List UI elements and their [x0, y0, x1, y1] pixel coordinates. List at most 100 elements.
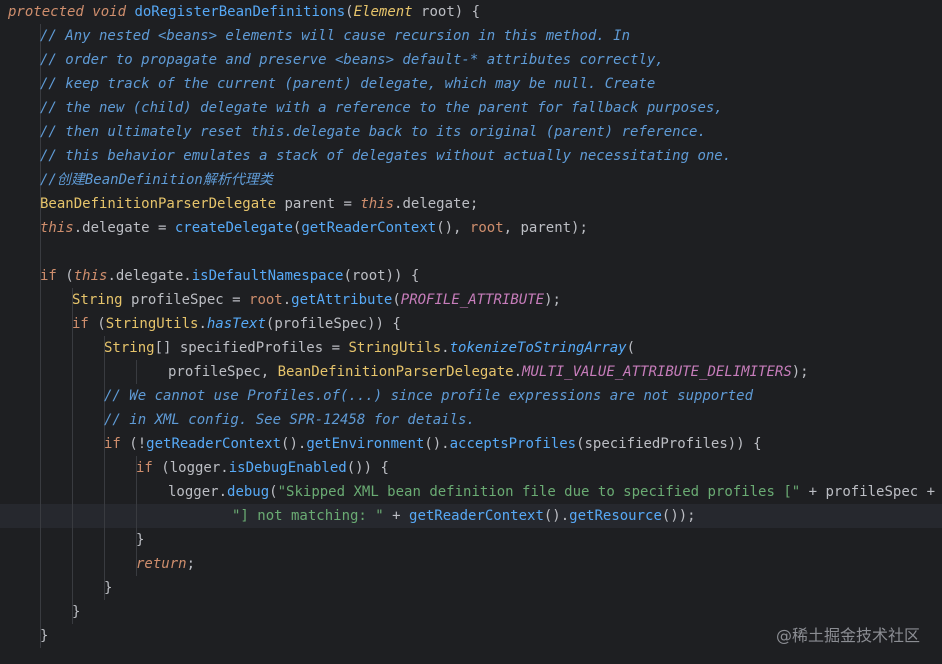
code-token: Element [353, 4, 413, 20]
indent-guide [40, 552, 41, 576]
code-line[interactable] [0, 240, 942, 264]
code-text: // then ultimately reset this.delegate b… [40, 120, 706, 144]
code-token: + [383, 508, 410, 524]
code-text: if (!getReaderContext().getEnvironment()… [104, 432, 762, 456]
indent-guide [40, 528, 41, 552]
code-line[interactable]: } [0, 576, 942, 600]
code-token: // the new (child) delegate with a refer… [40, 100, 723, 116]
code-token: . [282, 292, 292, 308]
indent-guide [104, 504, 105, 528]
code-token: getReaderContext [301, 220, 437, 236]
code-line[interactable]: String[] specifiedProfiles = StringUtils… [0, 336, 942, 360]
code-token: //创建BeanDefinition解析代理类 [40, 172, 273, 188]
code-line[interactable]: // in XML config. See SPR-12458 for deta… [0, 408, 942, 432]
code-text: //创建BeanDefinition解析代理类 [40, 168, 273, 192]
code-text: // Any nested <beans> elements will caus… [40, 24, 630, 48]
indent-guide [40, 384, 41, 408]
code-line[interactable]: protected void doRegisterBeanDefinitions… [0, 0, 942, 24]
code-text: } [40, 624, 48, 648]
code-token: "Skipped XML bean definition file due to… [277, 484, 801, 500]
code-line[interactable]: } [0, 528, 942, 552]
code-text: // the new (child) delegate with a refer… [40, 96, 723, 120]
indent-guide [72, 336, 73, 360]
code-token: if [104, 436, 121, 452]
code-line[interactable]: //创建BeanDefinition解析代理类 [0, 168, 942, 192]
code-token: if [136, 460, 153, 476]
code-line[interactable]: } [0, 600, 942, 624]
indent-guide [72, 432, 73, 456]
code-line[interactable]: // the new (child) delegate with a refer… [0, 96, 942, 120]
code-token: (logger. [152, 460, 229, 476]
code-token: hasText [206, 316, 266, 332]
code-token: ); [791, 364, 809, 380]
indent-guide [104, 552, 105, 576]
code-line[interactable]: String profileSpec = root.getAttribute(P… [0, 288, 942, 312]
code-token: ()); [661, 508, 696, 524]
code-line[interactable]: // order to propagate and preserve <bean… [0, 48, 942, 72]
code-line[interactable]: if (StringUtils.hasText(profileSpec)) { [0, 312, 942, 336]
code-text: this.delegate = createDelegate(getReader… [40, 216, 588, 240]
code-line[interactable]: profileSpec, BeanDefinitionParserDelegat… [0, 360, 942, 384]
indent-guide [104, 480, 105, 504]
code-token: ( [392, 292, 401, 308]
code-token: ( [88, 316, 106, 332]
indent-guide [40, 480, 41, 504]
code-token: (). [543, 508, 570, 524]
code-text: if (this.delegate.isDefaultNamespace(roo… [40, 264, 419, 288]
code-token: BeanDefinitionParserDelegate [40, 196, 277, 212]
code-token: String [72, 292, 123, 308]
code-line[interactable]: // keep track of the current (parent) de… [0, 72, 942, 96]
code-token: BeanDefinitionParserDelegate [277, 364, 514, 380]
code-token: } [40, 628, 49, 644]
code-token: getEnvironment [306, 436, 425, 452]
code-text: // keep track of the current (parent) de… [40, 72, 655, 96]
code-token: } [104, 580, 113, 596]
code-text: "] not matching: " + getReaderContext().… [232, 504, 696, 528]
code-token: return [136, 556, 187, 572]
code-text: return; [136, 552, 195, 576]
code-token: ( [56, 268, 74, 284]
code-line[interactable]: // then ultimately reset this.delegate b… [0, 120, 942, 144]
code-token: debug [227, 484, 270, 500]
code-text: BeanDefinitionParserDelegate parent = th… [40, 192, 478, 216]
code-line[interactable]: return; [0, 552, 942, 576]
code-token: (). [424, 436, 450, 452]
code-line[interactable]: if (logger.isDebugEnabled()) { [0, 456, 942, 480]
code-line[interactable]: // Any nested <beans> elements will caus… [0, 24, 942, 48]
indent-guide [72, 408, 73, 432]
code-token: logger. [168, 484, 228, 500]
code-token: StringUtils [105, 316, 199, 332]
code-editor[interactable]: protected void doRegisterBeanDefinitions… [0, 0, 942, 664]
code-token: String [104, 340, 155, 356]
code-token: protected [8, 4, 84, 20]
code-token: isDebugEnabled [228, 460, 347, 476]
code-line[interactable]: "] not matching: " + getReaderContext().… [0, 504, 942, 528]
code-token: root [469, 220, 504, 236]
code-line[interactable]: // We cannot use Profiles.of(...) since … [0, 384, 942, 408]
code-text: protected void doRegisterBeanDefinitions… [8, 0, 480, 24]
indent-guide [104, 528, 105, 552]
code-token: getResource [569, 508, 662, 524]
code-token: .delegate. [107, 268, 192, 284]
code-token: (root)) { [343, 268, 420, 284]
code-token: // this behavior emulates a stack of del… [40, 148, 732, 164]
code-token: ( [269, 484, 278, 500]
code-line[interactable]: if (!getReaderContext().getEnvironment()… [0, 432, 942, 456]
indent-guide [72, 576, 73, 600]
indent-guide [40, 288, 41, 312]
indent-guide [40, 600, 41, 624]
code-line[interactable]: if (this.delegate.isDefaultNamespace(roo… [0, 264, 942, 288]
code-line[interactable]: BeanDefinitionParserDelegate parent = th… [0, 192, 942, 216]
indent-guide [104, 360, 105, 384]
code-token: ( [626, 340, 636, 356]
code-token: profileSpec, [168, 364, 278, 380]
code-line[interactable]: this.delegate = createDelegate(getReader… [0, 216, 942, 240]
code-text: } [136, 528, 144, 552]
code-text: String profileSpec = root.getAttribute(P… [72, 288, 561, 312]
code-text: } [104, 576, 112, 600]
indent-guide [40, 456, 41, 480]
code-token: . [513, 364, 523, 380]
code-token: . [198, 316, 207, 332]
code-line[interactable]: logger.debug("Skipped XML bean definitio… [0, 480, 942, 504]
code-line[interactable]: // this behavior emulates a stack of del… [0, 144, 942, 168]
